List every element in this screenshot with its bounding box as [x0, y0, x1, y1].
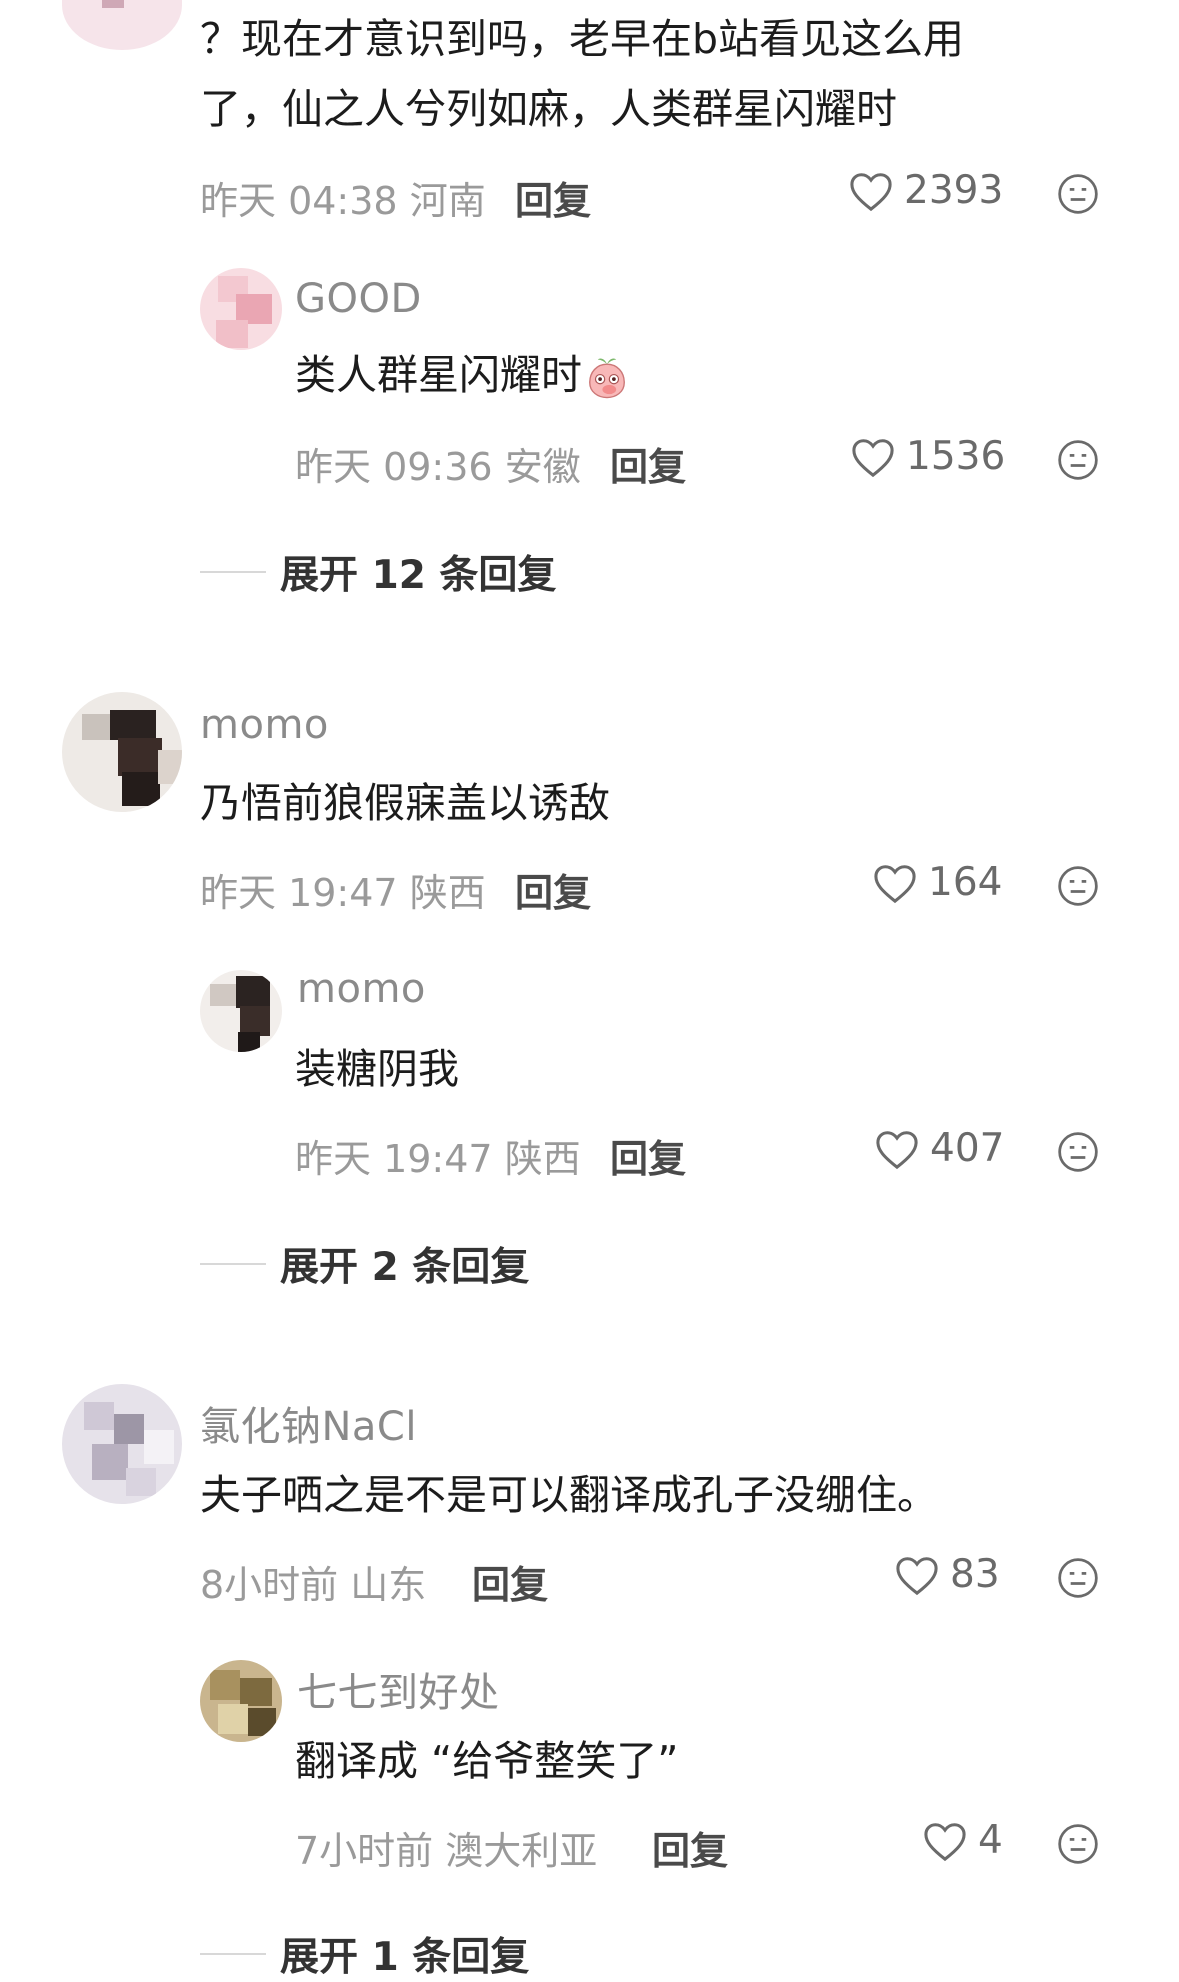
- avatar[interactable]: [200, 268, 282, 350]
- user-name[interactable]: 氯化钠NaCl: [200, 1394, 417, 1452]
- comment-meta: 8小时前 山东: [200, 1563, 427, 1607]
- reply-meta: 昨天 19:47 陕西: [295, 1137, 581, 1181]
- expand-replies-button[interactable]: 展开 2 条回复: [200, 1236, 529, 1292]
- reply-button[interactable]: 回复: [472, 1554, 548, 1609]
- like-button[interactable]: 1536: [850, 434, 1005, 479]
- like-count: 164: [928, 860, 1003, 905]
- avatar[interactable]: [200, 1660, 282, 1742]
- divider-line: [200, 1263, 266, 1265]
- divider-line: [200, 571, 266, 573]
- like-button[interactable]: 407: [874, 1126, 1004, 1171]
- heart-icon: [874, 864, 916, 903]
- reply-text: 装糖阴我: [295, 1045, 459, 1093]
- user-name[interactable]: momo: [297, 966, 426, 1012]
- like-count: 2393: [904, 168, 1004, 213]
- reply-meta: 昨天 09:36 安徽: [295, 445, 581, 489]
- heart-icon: [850, 172, 892, 211]
- expand-label: 展开 12 条回复: [280, 553, 557, 598]
- avatar[interactable]: [62, 1384, 182, 1504]
- reply-button[interactable]: 回复: [515, 170, 591, 225]
- divider-line: [200, 1953, 266, 1955]
- dislike-icon[interactable]: [1056, 172, 1100, 216]
- expand-label: 展开 2 条回复: [280, 1245, 530, 1290]
- dislike-icon[interactable]: [1056, 1130, 1100, 1174]
- reply-button[interactable]: 回复: [652, 1820, 728, 1875]
- reply-button[interactable]: 回复: [610, 1128, 686, 1183]
- reply-button[interactable]: 回复: [610, 436, 686, 491]
- reply-text: 类人群星闪耀时: [295, 340, 630, 410]
- like-button[interactable]: 2393: [848, 168, 1003, 213]
- comment-meta: 昨天 19:47 陕西: [200, 871, 486, 915]
- like-button[interactable]: 164: [872, 860, 1002, 905]
- like-count: 4: [978, 1818, 1003, 1863]
- like-count: 1536: [906, 434, 1006, 479]
- peach-face-emoji-icon: [589, 358, 625, 399]
- comment-text: ？现在才意识到吗，老早在b站看见这么用: [200, 15, 965, 63]
- avatar[interactable]: [200, 970, 282, 1052]
- comment-text: 了，仙之人兮列如麻，人类群星闪耀时: [200, 85, 897, 133]
- dislike-icon[interactable]: [1056, 864, 1100, 908]
- heart-icon: [852, 438, 894, 477]
- heart-icon: [876, 1130, 918, 1169]
- avatar[interactable]: [62, 692, 182, 812]
- avatar[interactable]: [62, 0, 182, 50]
- reply-meta: 7小时前 澳大利亚: [295, 1829, 598, 1873]
- dislike-icon[interactable]: [1056, 1822, 1100, 1866]
- dislike-icon[interactable]: [1056, 438, 1100, 482]
- heart-icon: [896, 1556, 938, 1595]
- user-name[interactable]: 七七到好处: [297, 1660, 500, 1718]
- comment-text: 乃悟前狼假寐盖以诱敌: [200, 779, 610, 827]
- like-button[interactable]: 4: [922, 1818, 1003, 1863]
- reply-text: 翻译成 “给爷整笑了”: [295, 1737, 679, 1785]
- dislike-icon[interactable]: [1056, 1556, 1100, 1600]
- heart-icon: [924, 1822, 966, 1861]
- comment-meta: 昨天 04:38 河南: [200, 179, 486, 223]
- reply-button[interactable]: 回复: [515, 862, 591, 917]
- comment-text: 夫子哂之是不是可以翻译成孔子没绷住。: [200, 1471, 938, 1519]
- expand-replies-button[interactable]: 展开 12 条回复: [200, 544, 556, 600]
- like-count: 83: [950, 1552, 1000, 1597]
- like-count: 407: [930, 1126, 1005, 1171]
- user-name[interactable]: GOOD: [295, 276, 422, 322]
- like-button[interactable]: 83: [894, 1552, 1000, 1597]
- user-name[interactable]: momo: [200, 702, 329, 748]
